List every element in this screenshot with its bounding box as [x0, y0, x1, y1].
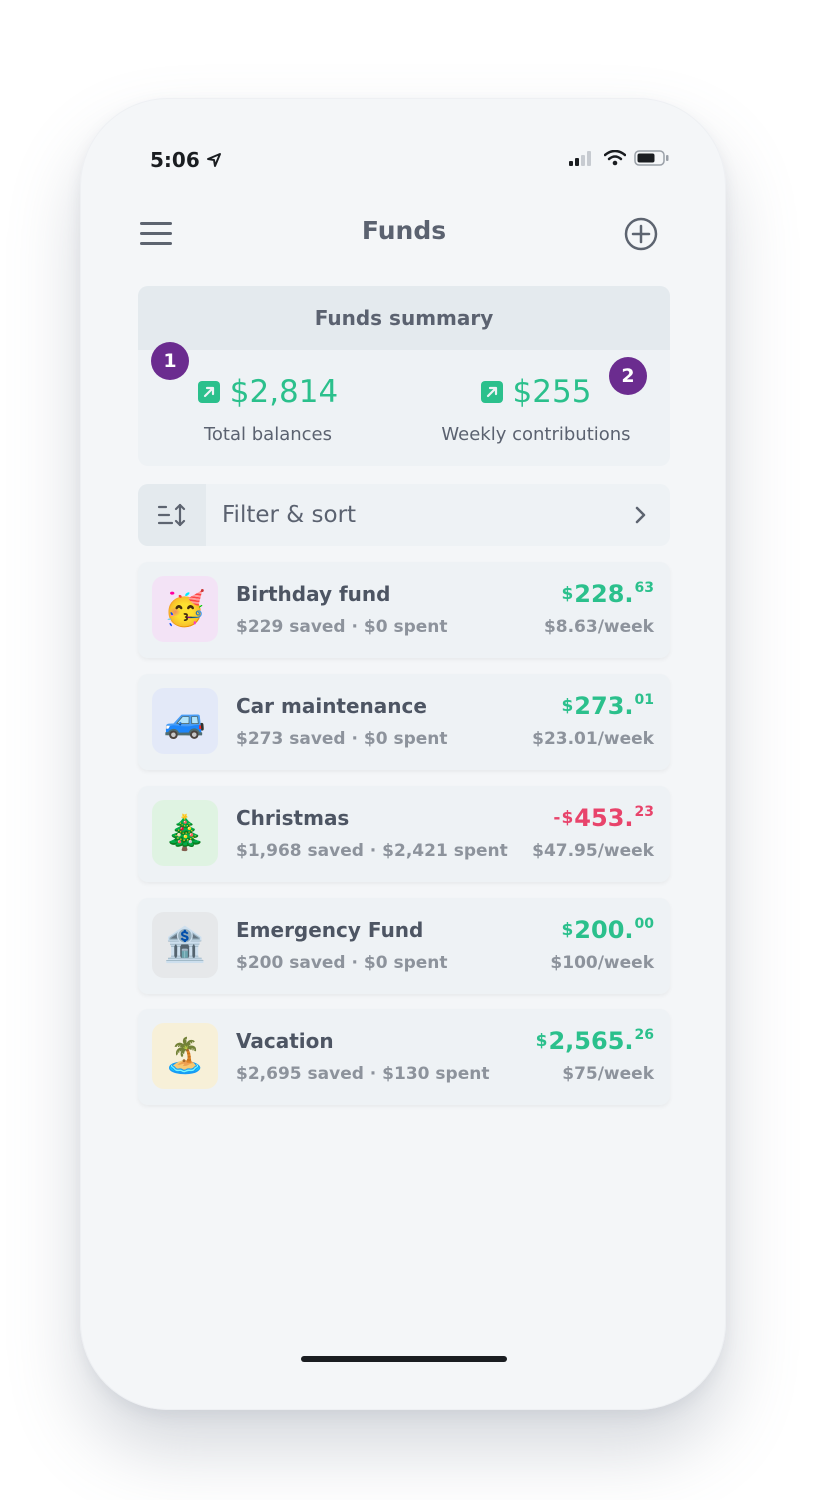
menu-line [140, 232, 172, 235]
total-balances-stat: $2,814 Total balances [168, 374, 368, 445]
fund-balance-whole: 273. [574, 692, 634, 720]
party-face-icon: 🥳 [152, 576, 218, 642]
fund-weekly-rate: $100/week [550, 953, 654, 973]
status-time: 5:06 [150, 148, 222, 172]
fund-saved-spent: $1,968 saved · $2,421 spent [236, 841, 508, 861]
arrow-up-right-icon [480, 381, 503, 403]
fund-saved-spent: $200 saved · $0 spent [236, 953, 448, 973]
cellular-signal-icon [569, 151, 591, 166]
total-balances-value: $2,814 [229, 374, 339, 410]
bank-icon: 🏦 [152, 912, 218, 978]
fund-name: Christmas [236, 806, 350, 830]
fund-weekly-rate: $23.01/week [532, 729, 654, 749]
fund-name: Emergency Fund [236, 918, 424, 942]
hamburger-menu-icon[interactable] [140, 222, 172, 246]
filter-sort-label: Filter & sort [222, 502, 357, 528]
status-indicators [568, 150, 670, 166]
fund-balance-whole: 228. [574, 580, 634, 608]
wifi-icon [604, 150, 626, 166]
fund-saved-spent: $229 saved · $0 spent [236, 617, 448, 637]
fund-balance: $273. 01 [560, 692, 654, 720]
weekly-contributions-label: Weekly contributions [441, 424, 631, 445]
fund-balance-whole: 453. [574, 804, 634, 832]
fund-balance-cents: 26 [634, 1027, 654, 1043]
fund-balance: $2,565. 26 [535, 1027, 654, 1055]
island-icon: 🏝️ [152, 1023, 218, 1089]
fund-balance-cents: 00 [634, 916, 654, 932]
fund-name: Vacation [236, 1029, 334, 1053]
weekly-contributions-stat: $255 Weekly contributions [438, 374, 634, 445]
fund-name: Car maintenance [236, 694, 427, 718]
total-balances-label: Total balances [203, 424, 332, 445]
arrow-up-right-icon [197, 381, 220, 403]
add-circle-icon[interactable] [623, 216, 659, 252]
fund-row[interactable]: 🏦 Emergency Fund $200 saved · $0 spent $… [138, 898, 670, 994]
car-icon: 🚙 [152, 688, 218, 754]
annotation-badge-2: 2 [609, 357, 647, 395]
fund-balance-currency: $ [561, 920, 574, 940]
fund-balance-currency: $ [561, 696, 574, 716]
filter-sort-button[interactable]: Filter & sort [138, 484, 670, 546]
fund-balance: - $453. 23 [553, 804, 654, 832]
fund-balance-cents: 01 [634, 692, 654, 708]
chevron-right-icon [635, 506, 646, 524]
status-time-text: 5:06 [150, 148, 200, 172]
fund-saved-spent: $2,695 saved · $130 spent [236, 1064, 490, 1084]
fund-row[interactable]: 🏝️ Vacation $2,695 saved · $130 spent $2… [138, 1009, 670, 1105]
christmas-tree-icon: 🎄 [152, 800, 218, 866]
fund-balance-currency: $ [535, 1031, 548, 1051]
fund-weekly-rate: $75/week [562, 1064, 654, 1084]
fund-weekly-rate: $8.63/week [543, 617, 654, 637]
fund-weekly-rate: $47.95/week [532, 841, 654, 861]
fund-balance: $200. 00 [560, 916, 654, 944]
funds-summary-title: Funds summary [138, 286, 670, 350]
battery-icon [634, 150, 669, 166]
page-title: Funds [361, 216, 447, 245]
fund-row[interactable]: 🚙 Car maintenance $273 saved · $0 spent … [138, 674, 670, 770]
menu-line [140, 222, 172, 225]
fund-saved-spent: $273 saved · $0 spent [236, 729, 448, 749]
fund-balance-sign: - [553, 808, 561, 828]
fund-row[interactable]: 🥳 Birthday fund $229 saved · $0 spent $2… [138, 562, 670, 658]
fund-balance-cents: 23 [634, 804, 654, 820]
home-indicator[interactable] [301, 1356, 507, 1362]
menu-line [140, 242, 172, 245]
fund-balance-currency: $ [561, 808, 574, 828]
sort-icon [138, 484, 206, 546]
fund-balance-whole: 2,565. [548, 1027, 634, 1055]
fund-balance: $228. 63 [560, 580, 654, 608]
fund-balance-whole: 200. [574, 916, 634, 944]
location-arrow-icon [206, 153, 221, 167]
weekly-contributions-value: $255 [512, 374, 592, 410]
fund-name: Birthday fund [236, 582, 391, 606]
fund-balance-cents: 63 [634, 580, 654, 596]
annotation-badge-1: 1 [151, 342, 189, 380]
fund-balance-currency: $ [561, 584, 574, 604]
fund-row[interactable]: 🎄 Christmas $1,968 saved · $2,421 spent … [138, 786, 670, 882]
funds-summary-card: Funds summary $2,814 Total balances $255… [138, 286, 670, 466]
